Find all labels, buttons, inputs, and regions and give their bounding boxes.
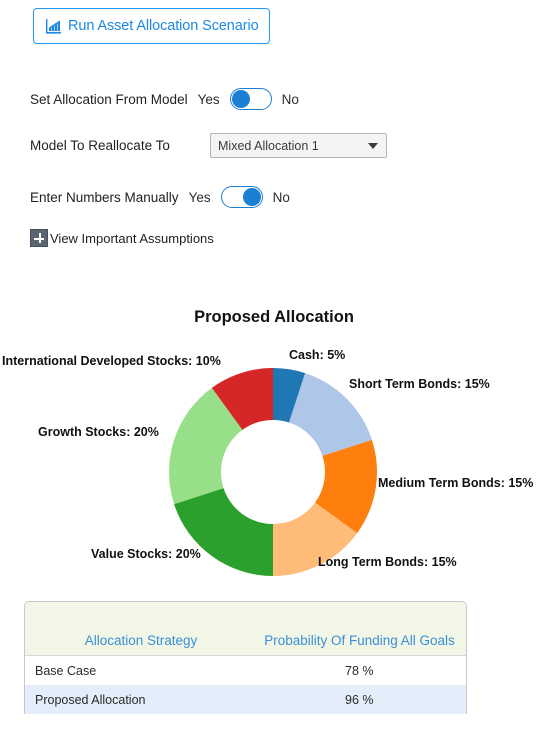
set-allocation-yes-label: Yes — [197, 91, 220, 107]
table-row[interactable]: Base Case 78 % — [25, 656, 466, 685]
bar-chart-icon — [46, 18, 61, 34]
set-allocation-toggle[interactable] — [229, 88, 272, 110]
proposed-allocation-donut-chart — [168, 367, 378, 577]
plus-box-icon — [30, 229, 48, 247]
set-allocation-no-label: No — [281, 91, 299, 107]
view-important-assumptions-label: View Important Assumptions — [50, 230, 214, 246]
allocation-results-table: Allocation Strategy Probability Of Fundi… — [24, 601, 467, 714]
cell-probability: 78 % — [345, 663, 374, 678]
enter-numbers-manually-row: Enter Numbers Manually Yes No — [30, 186, 290, 208]
run-button-label: Run Asset Allocation Scenario — [68, 18, 259, 34]
chevron-down-icon — [368, 142, 378, 149]
model-to-reallocate-label: Model To Reallocate To — [30, 138, 170, 153]
donut-slice[interactable] — [174, 488, 273, 576]
model-to-reallocate-value: Mixed Allocation 1 — [218, 138, 319, 153]
slice-label-long-term-bonds: Long Term Bonds: 15% — [318, 555, 457, 569]
chart-title: Proposed Allocation — [194, 308, 354, 326]
enter-numbers-manually-toggle[interactable] — [220, 186, 263, 208]
set-allocation-from-model-label: Set Allocation From Model — [30, 91, 188, 107]
enter-numbers-yes-label: Yes — [188, 189, 211, 205]
view-important-assumptions-toggle[interactable]: View Important Assumptions — [30, 229, 214, 247]
cell-strategy: Base Case — [35, 663, 97, 678]
model-to-reallocate-row: Model To Reallocate To Mixed Allocation … — [30, 133, 387, 158]
slice-label-growth-stocks: Growth Stocks: 20% — [38, 425, 159, 439]
cell-probability: 96 % — [345, 692, 374, 707]
donut-svg — [169, 368, 377, 576]
toggle-knob — [231, 90, 250, 108]
slice-label-short-term-bonds: Short Term Bonds: 15% — [349, 377, 490, 391]
enter-numbers-manually-label: Enter Numbers Manually — [30, 189, 179, 205]
model-to-reallocate-select[interactable]: Mixed Allocation 1 — [210, 133, 387, 158]
slice-label-international-developed-stocks: International Developed Stocks: 10% — [2, 354, 221, 368]
enter-numbers-no-label: No — [272, 189, 290, 205]
column-header-probability: Probability Of Funding All Goals — [264, 633, 455, 648]
slice-label-cash: Cash: 5% — [289, 348, 346, 362]
table-row[interactable]: Proposed Allocation 96 % — [25, 685, 466, 714]
cell-strategy: Proposed Allocation — [35, 692, 146, 707]
column-header-allocation-strategy: Allocation Strategy — [84, 633, 198, 648]
set-allocation-from-model-row: Set Allocation From Model Yes No — [30, 88, 299, 110]
slice-label-medium-term-bonds: Medium Term Bonds: 15% — [378, 476, 534, 490]
table-header-row: Allocation Strategy Probability Of Fundi… — [25, 602, 466, 656]
slice-label-value-stocks: Value Stocks: 20% — [91, 547, 201, 561]
toggle-knob — [242, 188, 261, 206]
run-asset-allocation-scenario-button[interactable]: Run Asset Allocation Scenario — [33, 8, 270, 44]
